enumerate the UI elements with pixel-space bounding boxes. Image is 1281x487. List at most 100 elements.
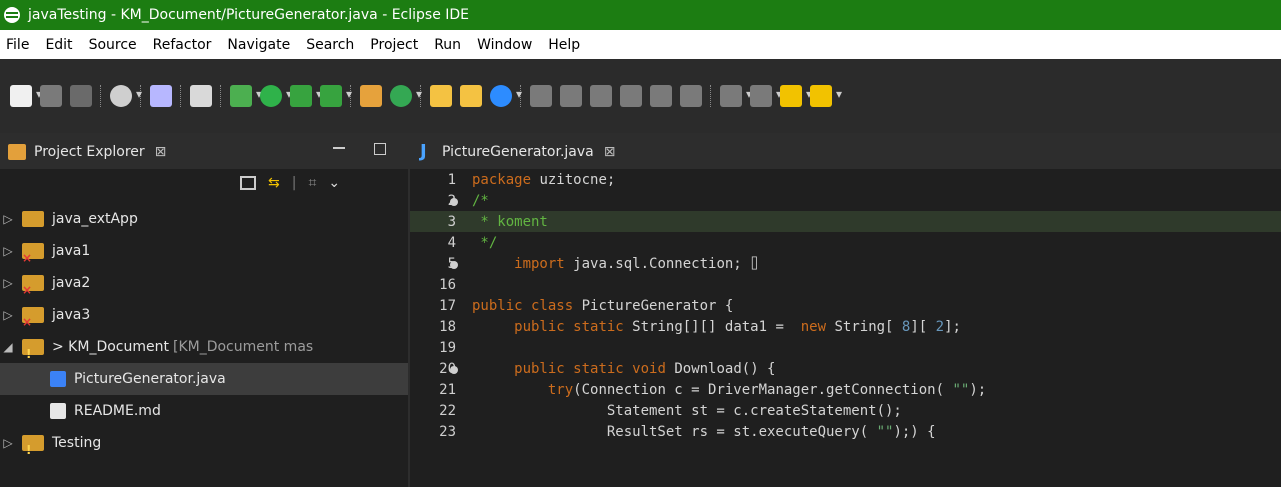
tree-item-java2[interactable]: ▷ java2 [0,267,408,299]
minimize-icon[interactable] [333,147,345,149]
code-line[interactable]: 16 [410,274,1281,295]
search-icon[interactable] [490,85,522,107]
tree-item-label: Testing [52,435,102,451]
line-number: 20 [439,360,458,377]
toggle-mark-icon[interactable] [190,85,212,107]
tree-item-java1[interactable]: ▷ java1 [0,235,408,267]
code-line[interactable]: 20 public static void Download() { [410,358,1281,379]
debug-icon[interactable] [230,85,262,107]
previous-annotation-icon[interactable] [750,85,782,107]
open-type-icon[interactable] [430,85,452,107]
code-line[interactable]: 19 [410,337,1281,358]
tree-item-readme[interactable]: README.md [0,395,408,427]
code-line[interactable]: 5 import java.sql.Connection; ⌷ [410,253,1281,274]
new-java-package-icon[interactable] [360,85,382,107]
tree-item-java-extapp[interactable]: ▷ java_extApp [0,203,408,235]
toggle-annotation-icon[interactable] [530,85,552,107]
menu-edit[interactable]: Edit [39,37,82,53]
next-annotation-icon[interactable] [720,85,752,107]
menu-help[interactable]: Help [542,37,590,53]
whitespace-icon[interactable] [680,85,702,107]
link-with-editor-icon[interactable]: ⇆ [268,175,280,191]
chevron-right-icon[interactable]: ▷ [0,244,16,258]
focus-icon[interactable]: ⌗ [308,175,316,191]
line-number: 22 [439,402,456,419]
back-icon[interactable] [810,85,842,107]
code-line[interactable]: 18 public static String[][] data1 = new … [410,316,1281,337]
tree-item-java3[interactable]: ▷ java3 [0,299,408,331]
code-token: 2 [927,318,945,335]
line-number: 18 [439,318,456,335]
chevron-right-icon[interactable]: ▷ [0,436,16,450]
last-edit-icon[interactable] [780,85,812,107]
tree-item-label: java1 [52,243,91,259]
save-all-icon[interactable] [70,85,92,107]
external-tools-icon[interactable] [320,85,352,107]
code-token: ResultSet rs = st.executeQuery( [472,423,869,440]
tree-item-testing[interactable]: ▷ Testing [0,427,408,459]
close-icon[interactable]: ⊠ [155,144,167,160]
format-icon[interactable] [620,85,642,107]
menu-refactor[interactable]: Refactor [147,37,222,53]
skip-breakpoints-icon[interactable] [150,85,172,107]
maximize-icon[interactable] [374,143,386,155]
run-icon[interactable] [260,85,292,107]
code-content: package uzitocne; [462,172,615,188]
java-file-icon [420,141,432,162]
code-token: Statement st = c.createStatement(); [472,402,902,419]
code-line[interactable]: 4 */ [410,232,1281,253]
code-content: ResultSet rs = st.executeQuery( "");) { [462,424,936,440]
eclipse-icon [4,7,20,23]
code-line[interactable]: 3 * koment [410,211,1281,232]
chevron-right-icon[interactable]: ▷ [0,308,16,322]
code-line[interactable]: 23 ResultSet rs = st.executeQuery( "");)… [410,421,1281,442]
menu-window[interactable]: Window [471,37,542,53]
open-task-icon[interactable] [460,85,482,107]
block-selection-icon[interactable] [650,85,672,107]
code-line[interactable]: 22 Statement st = c.createStatement(); [410,400,1281,421]
menu-file[interactable]: File [0,37,39,53]
coverage-icon[interactable] [290,85,322,107]
project-explorer-toolbar: ⇆ | ⌗ ⌄ [240,171,340,195]
profile-icon[interactable] [110,85,142,107]
view-menu-icon[interactable]: ⌄ [328,175,340,191]
code-token: uzitocne; [531,171,616,188]
new-icon[interactable] [10,85,42,107]
editor-tab-picturegenerator[interactable]: PictureGenerator.java ⊠ [420,139,615,165]
code-line[interactable]: 2 /* [410,190,1281,211]
close-icon[interactable]: ⊠ [604,144,616,160]
fold-icon[interactable] [450,260,458,269]
code-area[interactable]: 1package uzitocne;2/*3 * koment4 */5 imp… [410,169,1281,487]
line-number: 16 [439,276,456,293]
tree-item-picturegenerator[interactable]: PictureGenerator.java [0,363,408,395]
code-line[interactable]: 17 public class PictureGenerator { [410,295,1281,316]
fold-icon[interactable] [450,365,458,374]
line-number: 23 [439,423,456,440]
chevron-down-icon[interactable]: ◢ [0,340,16,354]
chevron-right-icon[interactable]: ▷ [0,276,16,290]
code-line[interactable]: 21 try(Connection c = DriverManager.getC… [410,379,1281,400]
code-token: "" [868,423,894,440]
collapse-all-icon[interactable] [240,176,256,190]
menu-navigate[interactable]: Navigate [221,37,300,53]
tree-item-km-document[interactable]: ◢ > KM_Document [KM_Document mas [0,331,408,363]
new-java-class-icon[interactable] [390,85,422,107]
select-icon[interactable] [590,85,612,107]
menu-run[interactable]: Run [428,37,471,53]
menu-source[interactable]: Source [83,37,147,53]
chevron-right-icon[interactable]: ▷ [0,212,16,226]
menu-project[interactable]: Project [364,37,428,53]
save-icon[interactable] [40,85,62,107]
tree-item-label: java_extApp [52,211,138,227]
menu-search[interactable]: Search [300,37,364,53]
line-number: 21 [439,381,456,398]
code-token: import [505,255,565,272]
code-line[interactable]: 1 package uzitocne; [410,169,1281,190]
code-token: static [564,318,624,335]
main-toolbar [0,59,1281,133]
project-explorer-tab[interactable]: Project Explorer ⊠ [8,139,166,165]
code-token: package [472,171,532,188]
fold-icon[interactable] [450,197,458,206]
code-token: );) { [893,423,936,440]
edit-icon[interactable] [560,85,582,107]
